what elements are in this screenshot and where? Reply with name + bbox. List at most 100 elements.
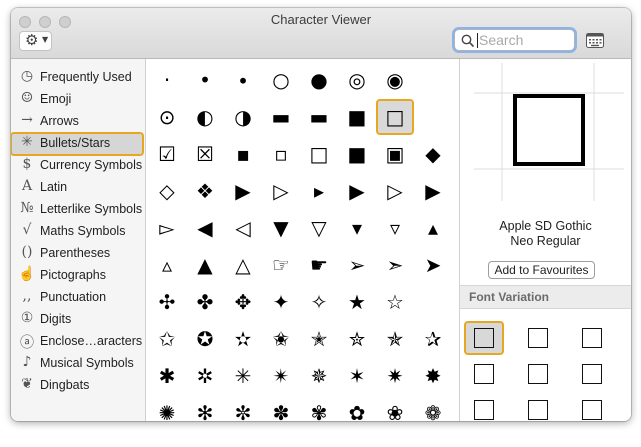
character-cell[interactable]: ▾ xyxy=(338,210,376,246)
character-cell[interactable]: ✣ xyxy=(148,284,186,320)
character-cell[interactable]: ▸ xyxy=(300,173,338,209)
character-cell[interactable]: ◑ xyxy=(224,99,262,135)
font-variation-cell[interactable] xyxy=(464,321,504,355)
character-cell[interactable]: ✦ xyxy=(262,284,300,320)
character-cell[interactable]: ▪ xyxy=(224,136,262,172)
character-cell[interactable]: ☆ xyxy=(376,284,414,320)
sidebar-item-musical-symbols[interactable]: ♪ Musical Symbols xyxy=(11,353,145,375)
character-cell[interactable]: ▶ xyxy=(414,173,452,209)
font-variation-cell[interactable] xyxy=(572,357,612,391)
sidebar-item-punctuation[interactable]: ,, Punctuation xyxy=(11,287,145,309)
character-cell[interactable]: ✪ xyxy=(186,321,224,357)
character-cell[interactable]: ✳ xyxy=(224,358,262,394)
character-cell[interactable]: ▬ xyxy=(262,99,300,135)
character-cell[interactable]: ❀ xyxy=(376,395,414,421)
character-cell[interactable]: ✭ xyxy=(300,321,338,357)
sidebar-item-bullets-stars[interactable]: ✳ Bullets/Stars xyxy=(11,132,145,156)
action-menu-button[interactable]: ⚙ ▼ xyxy=(19,31,52,51)
character-cell[interactable]: ✿ xyxy=(338,395,376,421)
character-cell[interactable]: ✲ xyxy=(186,358,224,394)
character-cell[interactable]: ▫ xyxy=(262,136,300,172)
sidebar-item-digits[interactable]: ① Digits xyxy=(11,309,145,331)
character-cell[interactable]: ☑ xyxy=(148,136,186,172)
character-cell[interactable]: ◐ xyxy=(186,99,224,135)
character-cell[interactable]: ☒ xyxy=(186,136,224,172)
font-variation-cell[interactable] xyxy=(518,321,558,355)
character-cell[interactable]: ✧ xyxy=(300,284,338,320)
font-variation-cell[interactable] xyxy=(518,357,558,391)
character-cell[interactable]: ✼ xyxy=(224,395,262,421)
character-cell[interactable]: △ xyxy=(224,247,262,283)
character-cell[interactable]: ❁ xyxy=(414,395,452,421)
character-cell[interactable]: ➣ xyxy=(376,247,414,283)
character-cell[interactable]: ✫ xyxy=(224,321,262,357)
character-cell[interactable]: ☛ xyxy=(300,247,338,283)
character-cell[interactable]: ▬ xyxy=(300,99,338,135)
character-cell[interactable]: ∙ xyxy=(224,62,262,98)
character-cell[interactable]: ✶ xyxy=(338,358,376,394)
character-cell[interactable]: ◇ xyxy=(148,173,186,209)
character-cell[interactable]: ▷ xyxy=(376,173,414,209)
character-cell[interactable]: ◆ xyxy=(414,136,452,172)
character-cell[interactable]: ✾ xyxy=(300,395,338,421)
character-cell[interactable]: ▣ xyxy=(376,136,414,172)
sidebar-item-letterlike-symbols[interactable]: № Letterlike Symbols xyxy=(11,199,145,221)
character-cell[interactable]: ✽ xyxy=(262,395,300,421)
character-cell[interactable]: · xyxy=(148,62,186,98)
sidebar-item-latin[interactable]: A Latin xyxy=(11,177,145,199)
sidebar-item-dingbats[interactable]: ❦ Dingbats xyxy=(11,375,145,397)
character-cell[interactable]: ✮ xyxy=(338,321,376,357)
sidebar-item-currency-symbols[interactable]: $ Currency Symbols xyxy=(11,155,145,177)
character-cell[interactable]: ✱ xyxy=(148,358,186,394)
character-cell[interactable]: ◎ xyxy=(338,62,376,98)
character-cell[interactable]: ✵ xyxy=(300,358,338,394)
character-cell[interactable]: ✯ xyxy=(376,321,414,357)
character-cell[interactable]: ▶ xyxy=(338,173,376,209)
character-cell[interactable]: ◀ xyxy=(186,210,224,246)
character-cell[interactable]: ○ xyxy=(262,62,300,98)
character-cell[interactable]: ✰ xyxy=(414,321,452,357)
font-variation-cell[interactable] xyxy=(572,321,612,355)
character-cell[interactable]: ✩ xyxy=(148,321,186,357)
character-cell[interactable]: ★ xyxy=(338,284,376,320)
character-cell[interactable]: ▷ xyxy=(262,173,300,209)
character-cell[interactable]: ☞ xyxy=(262,247,300,283)
font-variation-cell[interactable] xyxy=(572,393,612,421)
character-cell[interactable]: ✴ xyxy=(262,358,300,394)
character-cell[interactable]: ▽ xyxy=(300,210,338,246)
character-cell[interactable]: ❖ xyxy=(186,173,224,209)
font-variation-cell[interactable] xyxy=(464,357,504,391)
character-cell[interactable]: ✥ xyxy=(224,284,262,320)
character-cell[interactable]: ◁ xyxy=(224,210,262,246)
character-cell[interactable]: ✤ xyxy=(186,284,224,320)
character-cell[interactable]: ● xyxy=(300,62,338,98)
character-cell[interactable]: ▿ xyxy=(376,210,414,246)
font-variation-cell[interactable] xyxy=(464,393,504,421)
character-cell[interactable]: ▼ xyxy=(262,210,300,246)
character-cell[interactable]: ✸ xyxy=(414,358,452,394)
sidebar-item-pictographs[interactable]: ☝ Pictographs xyxy=(11,265,145,287)
sidebar-item-frequently-used[interactable]: ◷ Frequently Used xyxy=(11,67,145,89)
character-cell[interactable]: ▶ xyxy=(224,173,262,209)
character-cell[interactable]: • xyxy=(186,62,224,98)
character-cell[interactable]: ➢ xyxy=(338,247,376,283)
character-cell[interactable]: □ xyxy=(376,99,414,135)
character-cell[interactable]: ■ xyxy=(338,136,376,172)
character-cell[interactable]: ▻ xyxy=(148,210,186,246)
character-cell[interactable]: ◉ xyxy=(376,62,414,98)
character-cell[interactable]: ▵ xyxy=(148,247,186,283)
add-to-favourites-button[interactable]: Add to Favourites xyxy=(488,261,595,279)
sidebar-item-parentheses[interactable]: () Parentheses xyxy=(11,243,145,265)
sidebar-item-enclose-aracters[interactable]: ⓐ Enclose…aracters xyxy=(11,331,145,353)
sidebar-item-maths-symbols[interactable]: √ Maths Symbols xyxy=(11,221,145,243)
character-cell[interactable]: ⊙ xyxy=(148,99,186,135)
character-cell[interactable]: ➤ xyxy=(414,247,452,283)
character-cell[interactable]: ▲ xyxy=(186,247,224,283)
character-cell[interactable]: ✻ xyxy=(186,395,224,421)
font-variation-cell[interactable] xyxy=(518,393,558,421)
character-cell[interactable]: ■ xyxy=(338,99,376,135)
character-cell[interactable]: ▴ xyxy=(414,210,452,246)
character-cell[interactable]: ✬ xyxy=(262,321,300,357)
sidebar-item-arrows[interactable]: → Arrows xyxy=(11,111,145,133)
keyboard-viewer-icon[interactable] xyxy=(586,33,604,48)
